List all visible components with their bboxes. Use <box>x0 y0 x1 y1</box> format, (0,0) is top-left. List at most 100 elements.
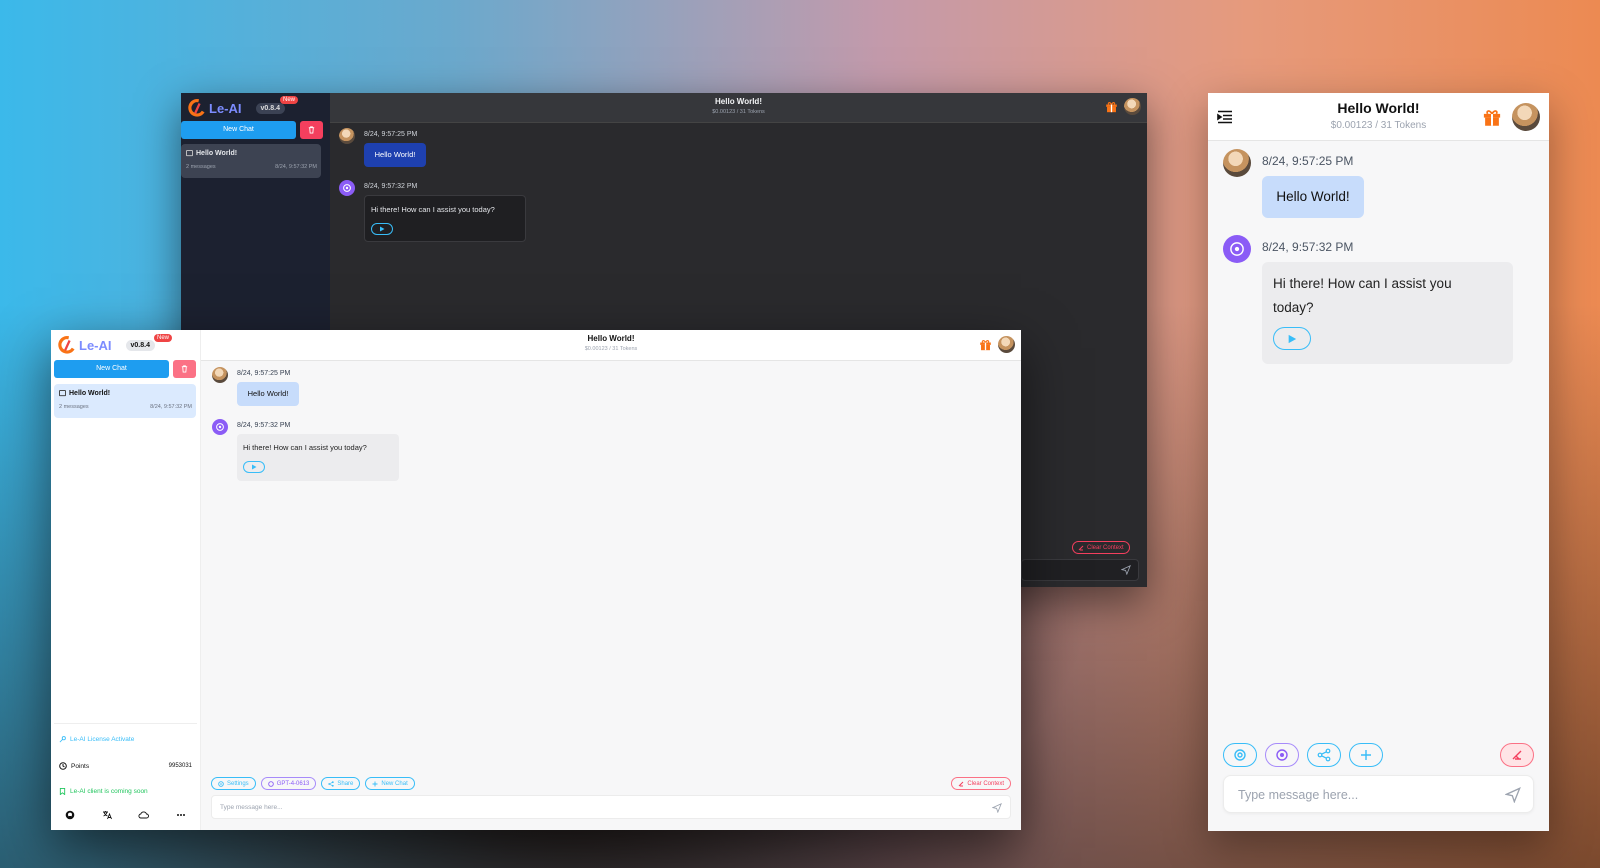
assistant-message-time: 8/24, 9:57:32 PM <box>1262 240 1354 254</box>
message-input[interactable] <box>1021 559 1139 581</box>
app-logo: Le-AI v0.8.4 <box>57 336 155 354</box>
license-label: Le-AI License Activate <box>70 736 135 743</box>
key-icon <box>59 736 66 743</box>
openai-icon <box>267 780 274 787</box>
new-chat-button[interactable]: New Chat <box>54 360 169 378</box>
chat-icon <box>186 150 193 157</box>
model-selector[interactable] <box>1265 743 1299 767</box>
conversation-title: Hello World! <box>196 150 238 157</box>
plus-icon <box>372 781 378 786</box>
clear-context-button[interactable] <box>1500 743 1534 767</box>
bookmark-icon <box>59 788 66 795</box>
model-label: GPT-4-0613 <box>276 780 310 787</box>
openai-icon <box>343 184 351 192</box>
user-avatar[interactable] <box>1512 103 1540 131</box>
translate-icon[interactable] <box>102 810 112 820</box>
github-icon[interactable] <box>65 810 75 820</box>
delete-all-button[interactable] <box>173 360 196 378</box>
chat-toolbar: Settings GPT-4-0613 Share New Chat <box>211 777 415 790</box>
trash-icon <box>181 365 188 373</box>
new-chat-button[interactable]: New Chat <box>181 121 296 139</box>
sidebar-footer <box>65 810 186 820</box>
assistant-avatar <box>212 419 228 435</box>
gear-icon <box>218 780 224 787</box>
conversation-item[interactable]: Hello World! 2 messages 8/24, 9:57:32 PM <box>54 384 196 418</box>
send-icon[interactable] <box>1505 787 1521 803</box>
clear-context-button[interactable]: Clear Context <box>951 777 1011 790</box>
client-notice: Le-AI client is coming soon <box>59 788 148 795</box>
clear-context-label: Clear Context <box>1087 544 1124 551</box>
conversation-count: 2 messages <box>186 164 216 170</box>
user-avatar[interactable] <box>1124 98 1141 115</box>
conversation-item[interactable]: Hello World! 2 messages 8/24, 9:57:32 PM <box>181 144 321 178</box>
user-message-bubble: Hello World! <box>1262 176 1364 218</box>
model-selector[interactable]: GPT-4-0613 <box>260 777 317 790</box>
toolbar-new-chat-label: New Chat <box>381 780 408 787</box>
license-link[interactable]: Le-AI License Activate <box>59 736 134 743</box>
message-input-placeholder: Type message here... <box>220 804 283 811</box>
broom-icon <box>958 781 964 786</box>
assistant-message-bubble: Hi there! How can I assist you today? <box>1262 262 1513 364</box>
conversation-time: 8/24, 9:57:32 PM <box>275 164 317 170</box>
message-input[interactable]: Type message here... <box>211 795 1011 819</box>
chat-header: Hello World! $0.00123 / 31 Tokens <box>330 93 1147 123</box>
assistant-message-time: 8/24, 9:57:32 PM <box>364 183 418 190</box>
play-audio-button[interactable] <box>1273 327 1311 350</box>
version-badge: v0.8.4 <box>125 339 155 351</box>
assistant-message-time: 8/24, 9:57:32 PM <box>237 422 291 429</box>
play-icon <box>252 464 257 470</box>
assistant-message-bubble: Hi there! How can I assist you today? <box>237 434 399 481</box>
chat-tokens: $0.00123 / 31 Tokens <box>584 346 638 352</box>
client-notice-label: Le-AI client is coming soon <box>70 788 148 795</box>
broom-icon <box>1512 750 1522 760</box>
share-icon <box>1317 748 1331 762</box>
toolbar-new-chat-button[interactable]: New Chat <box>365 777 415 790</box>
user-message-time: 8/24, 9:57:25 PM <box>1262 154 1354 168</box>
share-button[interactable]: Share <box>321 777 361 790</box>
cloud-icon[interactable] <box>138 810 150 820</box>
share-button[interactable] <box>1307 743 1341 767</box>
gift-icon[interactable] <box>1105 100 1118 113</box>
user-message-bubble: Hello World! <box>364 143 426 167</box>
le-ai-logo-icon <box>58 336 75 354</box>
play-audio-button[interactable] <box>243 461 265 473</box>
clock-icon <box>59 762 67 770</box>
send-icon[interactable] <box>992 803 1002 813</box>
message-input[interactable]: Type message here... <box>1223 775 1534 813</box>
user-message-avatar <box>339 128 355 144</box>
assistant-message-text: Hi there! How can I assist you today? <box>243 443 367 452</box>
assistant-avatar <box>1223 235 1251 263</box>
more-icon[interactable] <box>176 810 186 820</box>
play-audio-button[interactable] <box>371 223 393 235</box>
chat-tokens: $0.00123 / 31 Tokens <box>712 109 765 115</box>
sidebar: Le-AI v0.8.4 New New Chat Hello World! 2… <box>51 330 201 830</box>
user-message-time: 8/24, 9:57:25 PM <box>364 131 418 138</box>
send-icon[interactable] <box>1121 565 1131 575</box>
openai-icon <box>1276 749 1288 761</box>
share-icon <box>328 780 335 787</box>
chat-icon <box>59 390 66 397</box>
points-label: Points <box>71 762 90 770</box>
user-avatar[interactable] <box>998 336 1015 353</box>
settings-button[interactable]: Settings <box>211 777 256 790</box>
chat-title: Hello World! <box>587 334 635 343</box>
delete-all-button[interactable] <box>300 121 323 139</box>
app-logo: Le-AI v0.8.4 <box>187 99 285 117</box>
chat-title: Hello World! <box>715 97 762 106</box>
user-message-bubble: Hello World! <box>237 382 299 406</box>
gift-icon[interactable] <box>979 338 992 351</box>
message-input-placeholder: Type message here... <box>1238 788 1359 802</box>
chat-header: Hello World! $0.00123 / 31 Tokens <box>201 330 1021 361</box>
clear-context-button[interactable]: Clear Context <box>1072 541 1130 554</box>
openai-icon <box>1230 242 1244 256</box>
settings-button[interactable] <box>1223 743 1257 767</box>
gift-icon[interactable] <box>1482 107 1502 127</box>
brand-name: Le-AI <box>79 337 112 353</box>
conversation-title: Hello World! <box>69 390 111 397</box>
le-ai-logo-icon <box>188 99 205 117</box>
mobile-window: Hello World! $0.00123 / 31 Tokens 8/24, … <box>1208 93 1549 831</box>
trash-icon <box>308 126 315 134</box>
new-badge: New <box>154 334 173 342</box>
new-chat-button[interactable] <box>1349 743 1383 767</box>
version-badge: v0.8.4 <box>255 102 285 114</box>
